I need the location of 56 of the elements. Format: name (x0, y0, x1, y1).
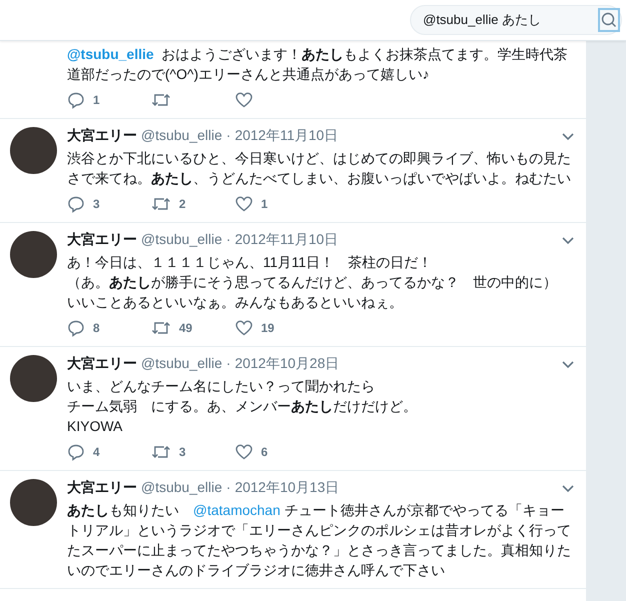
tweet-date[interactable]: 2012年11月10日 (234, 127, 338, 145)
caret-icon[interactable] (562, 133, 574, 141)
tweet-text: チーム気弱 にする。あ、メンバーあたしだけだけど。 (67, 397, 418, 416)
user-handle[interactable]: @tsubu_ellie (141, 127, 222, 143)
separator-dot: · (226, 127, 231, 143)
separator-dot: · (226, 231, 231, 247)
retweet-action[interactable]: 49 (151, 319, 235, 337)
tweet-text: いいことあるといいなぁ。みんなもあるといいねぇ。 (67, 293, 404, 312)
reply-icon (67, 443, 85, 461)
mention-link[interactable]: @tsubu_ellie (67, 46, 154, 62)
like-action[interactable]: 6 (235, 443, 319, 461)
tweet-text: KIYOWA (67, 417, 124, 436)
tweet-date[interactable]: 2012年10月13日 (234, 479, 340, 497)
tweet-text: （あ。あたしが勝手にそう思ってるんだけど、あってるかな？ 世の中的に） (67, 273, 558, 292)
separator-dot: · (226, 355, 231, 371)
user-handle[interactable]: @tsubu_ellie (141, 479, 222, 495)
user-handle[interactable]: @tsubu_ellie (141, 355, 222, 371)
heart-icon (235, 195, 253, 213)
search-button[interactable] (598, 8, 620, 32)
tweet-date[interactable]: 2012年10月28日 (234, 355, 340, 373)
user-name[interactable]: 大宮エリー (67, 127, 137, 145)
avatar[interactable] (10, 127, 57, 174)
separator-dot: · (226, 479, 231, 495)
reply-action[interactable]: 8 (67, 319, 151, 337)
heart-icon (235, 319, 253, 337)
avatar[interactable] (10, 355, 57, 402)
like-action[interactable]: 1 (235, 195, 319, 213)
tweet-text: あたしも知りたい @tatamochan チュート徳井さんが京都でやってる「キョートリアル」というラジオで「エリーさんピンクのポルシェは昔オレがよく行ってたスーパーに止まってたやつちゃうかな？」とさっき言ってました。真相知りたいのでエリーさんのドライブラジオに徳井さん呼んで下さい (67, 501, 572, 580)
caret-icon[interactable] (562, 361, 574, 369)
user-handle[interactable]: @tsubu_ellie (141, 231, 222, 247)
retweet-action[interactable]: 3 (151, 443, 235, 461)
search-field[interactable]: @tsubu_ellie あたし (410, 5, 622, 35)
like-action[interactable]: 19 (235, 319, 319, 337)
tweet-text: いま、どんなチーム名にしたい？って聞かれたら (67, 377, 376, 396)
avatar[interactable] (10, 231, 57, 278)
reply-action[interactable]: 3 (67, 195, 151, 213)
caret-icon[interactable] (562, 237, 574, 245)
reply-icon (67, 319, 85, 337)
user-name[interactable]: 大宮エリー (67, 231, 137, 249)
retweet-action[interactable]: 2 (151, 195, 235, 213)
heart-icon (235, 91, 253, 109)
tweet-text: @tsubu_ellie おはようございます！あたしもよくお抹茶点てます。学生時代茶道部だったので(^O^)エリーさんと共通点があって嬉しい♪ (67, 45, 569, 84)
reply-action[interactable]: 1 (67, 91, 151, 109)
mention-link[interactable]: @tatamochan (193, 502, 280, 518)
tweet-text: 渋谷とか下北にいるひと、今日寒いけど、はじめての即興ライブ、怖いもの見たさで来てね。あたし、うどんたべてしまい、お腹いっぱいでやばいよ。ねむたい (67, 149, 572, 188)
user-name[interactable]: 大宮エリー (67, 479, 137, 497)
tweet-text: あ！今日は、１１１１じゃん、11月11日！ 茶柱の日だ！ (67, 253, 434, 272)
caret-icon[interactable] (562, 485, 574, 493)
reply-icon (67, 195, 85, 213)
tweet-date[interactable]: 2012年11月10日 (234, 231, 338, 249)
search-icon (601, 12, 617, 28)
reply-icon (67, 91, 85, 109)
avatar[interactable] (10, 479, 57, 526)
heart-icon (235, 443, 253, 461)
user-name[interactable]: 大宮エリー (67, 355, 137, 373)
reply-action[interactable]: 4 (67, 443, 151, 461)
